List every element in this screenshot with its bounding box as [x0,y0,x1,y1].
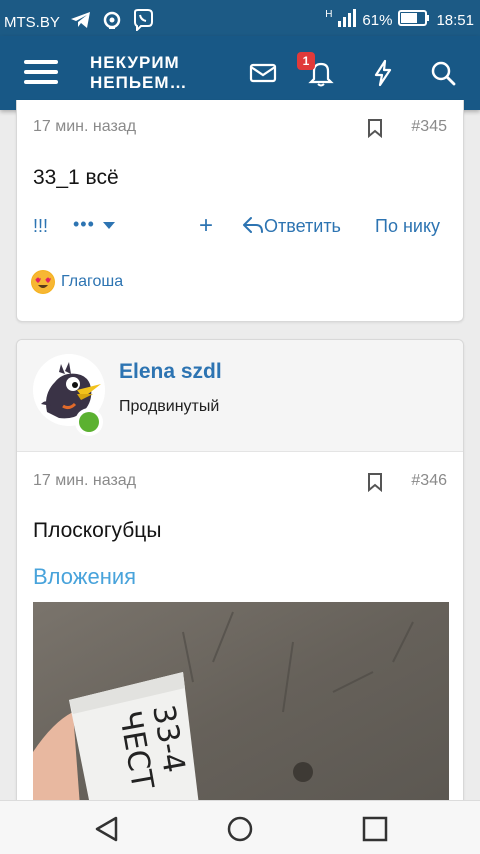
recents-icon[interactable] [360,815,390,843]
notification-badge: 1 [297,52,315,70]
logo-line-2: НЕПЬЕМ… [90,73,188,92]
site-logo[interactable]: НЕКУРИМ НЕПЬЕМ… [90,53,188,93]
chevron-down-icon [102,221,115,229]
plus-button[interactable]: + [199,212,213,240]
user-header: Elena szdl Продвинутый [17,340,463,452]
battery-icon [398,10,430,30]
battery-percent: 61% [362,11,393,29]
post-346: Elena szdl Продвинутый 17 мин. назад #34… [16,339,464,820]
clock: 18:51 [436,11,474,29]
exclaim-button[interactable]: !!! [33,216,48,237]
network-type: H [325,8,333,20]
post-time[interactable]: 17 мин. назад [33,118,136,136]
bookmark-icon[interactable] [367,472,383,493]
attachment-image[interactable]: 33-4ЧЕСТ [33,602,449,820]
reply-icon [243,217,263,233]
post-actions: !!! ••• + Ответить По нику [17,212,465,242]
online-status-icon [75,408,103,436]
viber-icon [132,9,154,35]
post-time[interactable]: 17 мин. назад [33,472,136,490]
home-icon[interactable] [225,815,255,843]
more-dots: ••• [73,214,95,234]
app-header: НЕКУРИМ НЕПЬЕМ… 1 [0,36,480,110]
bolt-icon[interactable] [368,58,398,88]
reaction-list[interactable]: Глагоша [31,270,123,294]
back-icon[interactable] [92,815,122,843]
reply-button[interactable]: Ответить [242,216,341,237]
post-number[interactable]: #346 [411,472,447,490]
more-button[interactable]: ••• [73,214,115,235]
search-icon[interactable] [428,58,458,88]
post-text: Плоскогубцы [33,519,162,542]
inbox-icon[interactable] [248,58,278,88]
cellular-signal-icon [338,9,357,31]
user-title: Продвинутый [119,398,220,415]
reply-label: Ответить [264,216,341,236]
post-text: 33_1 всё [33,166,119,189]
post-345: 17 мин. назад #345 33_1 всё !!! ••• + От… [16,100,464,322]
username[interactable]: Elena szdl [119,360,222,384]
telegram-icon [70,11,92,33]
carrier-name: MTS.BY [4,13,60,31]
menu-icon[interactable] [24,57,58,87]
by-nick-button[interactable]: По нику [375,216,440,237]
system-nav-bar [0,800,480,854]
signal-app-icon [102,11,122,33]
heart-eyes-emoji-icon [31,270,55,294]
logo-line-1: НЕКУРИМ [90,53,180,72]
bookmark-icon[interactable] [367,118,383,139]
reaction-username[interactable]: Глагоша [61,273,123,291]
attachments-title: Вложения [33,564,137,589]
status-bar: MTS.BY H 61% 18:51 [0,0,480,36]
post-number[interactable]: #345 [411,118,447,136]
